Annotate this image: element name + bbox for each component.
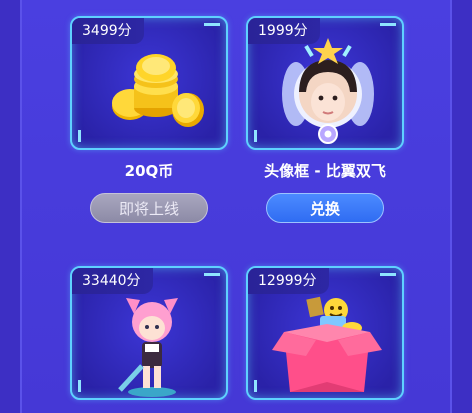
reward-card-avatar-frame[interactable]: 1999分 <box>246 16 404 150</box>
reward-card-qcoin[interactable]: 3499分 <box>70 16 228 150</box>
coming-soon-button[interactable]: 即将上线 <box>90 193 208 223</box>
figurine-icon <box>112 288 192 398</box>
reward-title: 头像框 - 比翼双飞 <box>264 162 386 180</box>
price-tag: 3499分 <box>72 18 144 44</box>
price-tag: 12999分 <box>248 268 329 294</box>
avatar-frame-icon <box>278 32 378 146</box>
coins-icon <box>96 46 206 136</box>
gift-box-icon <box>272 294 382 394</box>
reward-card-figurine[interactable]: 33440分 <box>70 266 228 400</box>
reward-card-gift-box[interactable]: 12999分 <box>246 266 404 400</box>
redeem-button[interactable]: 兑换 <box>266 193 384 223</box>
reward-title: 20Q币 <box>124 162 174 180</box>
